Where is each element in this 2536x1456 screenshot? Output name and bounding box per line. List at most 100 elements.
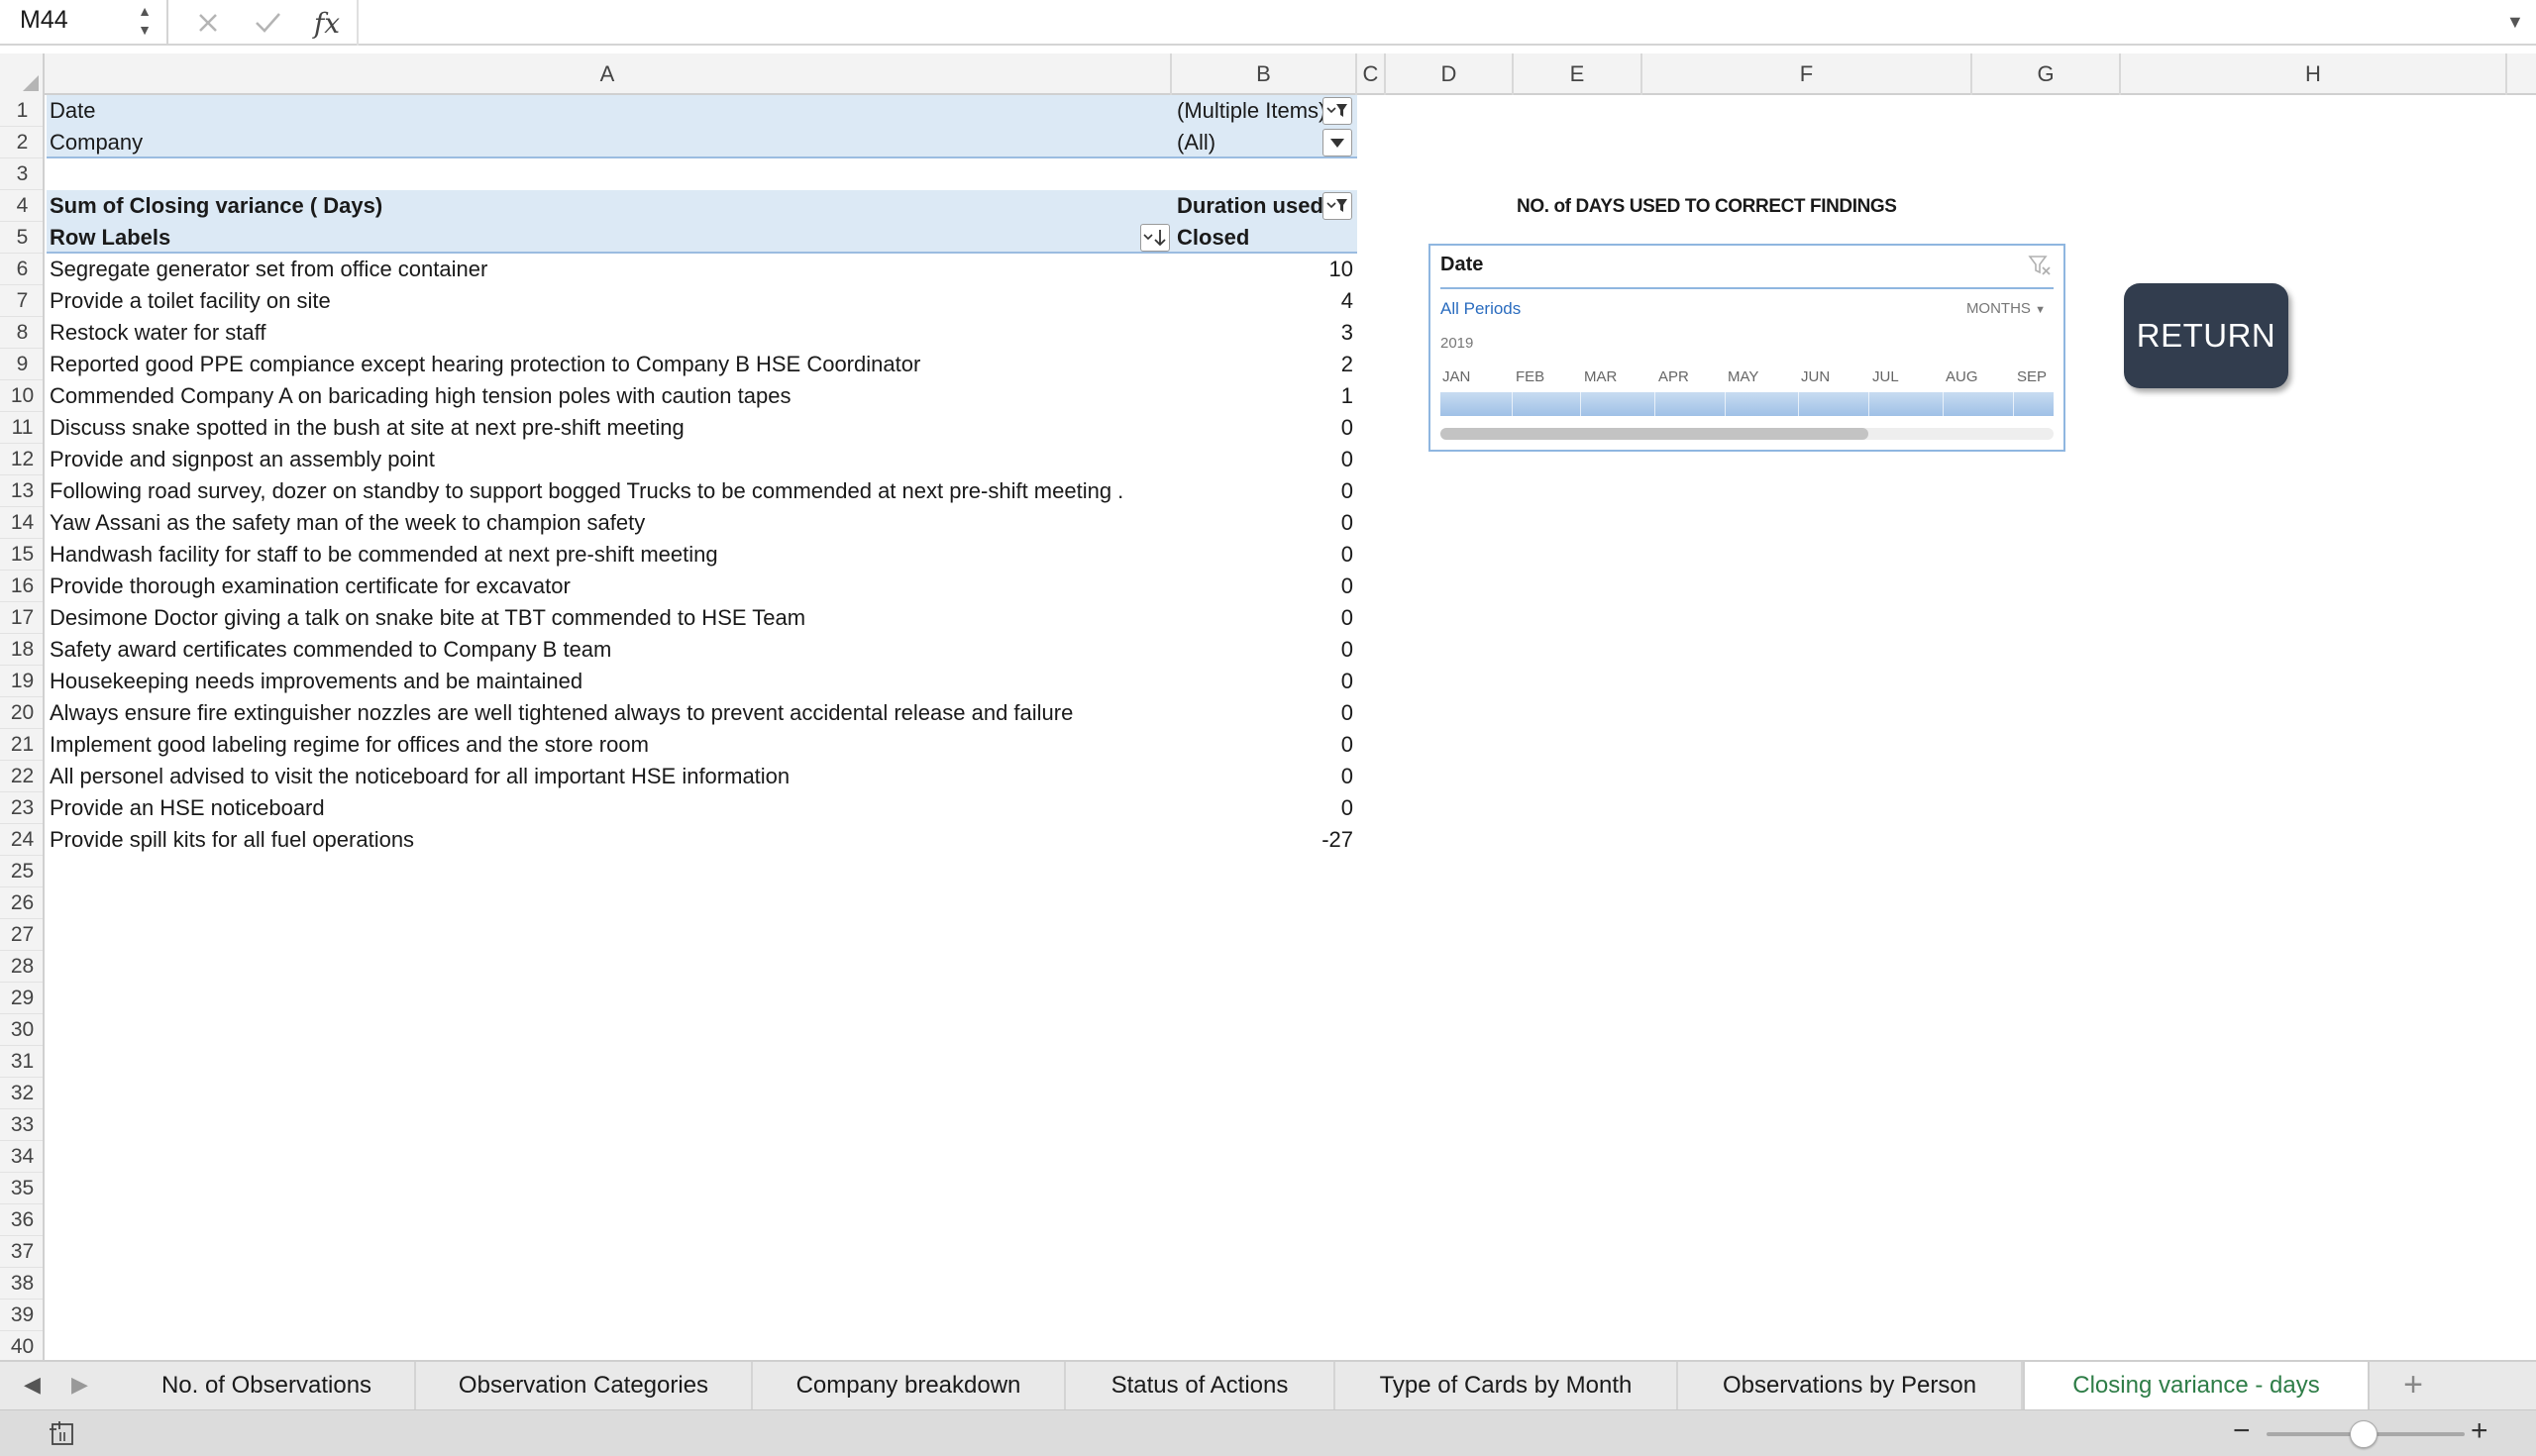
slicer-all-periods[interactable]: All Periods — [1440, 299, 1521, 319]
pivot-row-value[interactable]: 0 — [1172, 792, 1353, 824]
row-header[interactable]: 37 — [0, 1236, 43, 1268]
pivot-row-label[interactable]: Safety award certificates commended to C… — [50, 634, 1169, 666]
row-header[interactable]: 5 — [0, 222, 43, 254]
pivot-row-value[interactable]: 3 — [1172, 317, 1353, 349]
row-header[interactable]: 33 — [0, 1109, 43, 1141]
row-header[interactable]: 4 — [0, 190, 43, 222]
pivot-row-label[interactable]: Housekeeping needs improvements and be m… — [50, 666, 1169, 697]
check-icon[interactable] — [246, 2, 289, 44]
pivot-row-value[interactable]: 0 — [1172, 729, 1353, 761]
pivot-row-value[interactable]: 0 — [1172, 412, 1353, 444]
column-header-d[interactable]: D — [1386, 53, 1514, 95]
filter-active-dropdown-icon[interactable] — [1322, 97, 1352, 125]
pivot-row-value[interactable]: -27 — [1172, 824, 1353, 856]
pivot-row-label[interactable]: Following road survey, dozer on standby … — [50, 475, 1169, 507]
page-layout-icon[interactable] — [48, 1420, 77, 1448]
pivot-row-value[interactable]: 0 — [1172, 666, 1353, 697]
row-header[interactable]: 34 — [0, 1141, 43, 1173]
slicer-month[interactable]: FEB — [1516, 368, 1544, 385]
filter-label-company[interactable]: Company — [50, 127, 1169, 158]
slicer-month[interactable]: MAR — [1584, 368, 1617, 385]
row-header[interactable]: 26 — [0, 887, 43, 919]
pivot-row-label[interactable]: Provide thorough examination certificate… — [50, 571, 1169, 602]
row-header[interactable]: 1 — [0, 95, 43, 127]
pivot-row-label[interactable]: Restock water for staff — [50, 317, 1169, 349]
name-box[interactable]: M44 ▲ ▼ — [0, 0, 168, 46]
filter-value-date[interactable]: (Multiple Items) — [1177, 95, 1325, 127]
pivot-row-value[interactable]: 10 — [1172, 254, 1353, 285]
row-header[interactable]: 13 — [0, 475, 43, 507]
pivot-row-label[interactable]: Provide and signpost an assembly point — [50, 444, 1169, 475]
row-header[interactable]: 16 — [0, 571, 43, 602]
dropdown-icon[interactable] — [1322, 129, 1352, 156]
cancel-icon[interactable] — [186, 2, 230, 44]
pivot-column-item[interactable]: Closed — [1177, 222, 1325, 254]
slicer-month[interactable]: SEP — [2017, 368, 2047, 385]
row-header[interactable]: 20 — [0, 697, 43, 729]
row-header[interactable]: 7 — [0, 285, 43, 317]
pivot-row-label[interactable]: Provide spill kits for all fuel operatio… — [50, 824, 1169, 856]
sort-filter-icon[interactable] — [1140, 224, 1170, 252]
column-header-b[interactable]: B — [1172, 53, 1357, 95]
filter-label-date[interactable]: Date — [50, 95, 1169, 127]
row-header[interactable]: 3 — [0, 158, 43, 190]
row-header[interactable]: 25 — [0, 856, 43, 887]
row-header[interactable]: 36 — [0, 1204, 43, 1236]
row-header[interactable]: 19 — [0, 666, 43, 697]
chevron-down-icon[interactable]: ▼ — [2035, 304, 2046, 316]
name-box-stepper-icon[interactable]: ▲ ▼ — [135, 0, 155, 46]
pivot-column-field[interactable]: Duration used — [1177, 190, 1325, 222]
pivot-row-value[interactable]: 0 — [1172, 634, 1353, 666]
row-header[interactable]: 24 — [0, 824, 43, 856]
tab-observations-by-person[interactable]: Observations by Person — [1678, 1362, 2023, 1409]
row-header[interactable]: 22 — [0, 761, 43, 792]
slicer-scrollbar[interactable] — [1440, 428, 2054, 440]
clear-filter-icon[interactable] — [2028, 254, 2052, 277]
pivot-row-label[interactable]: Desimone Doctor giving a talk on snake b… — [50, 602, 1169, 634]
row-header[interactable]: 39 — [0, 1300, 43, 1331]
pivot-row-label[interactable]: Provide a toilet facility on site — [50, 285, 1169, 317]
tab-no-of-observations[interactable]: No. of Observations — [119, 1362, 416, 1409]
row-header[interactable]: 9 — [0, 349, 43, 380]
pivot-values-label[interactable]: Sum of Closing variance ( Days) — [50, 190, 1169, 222]
row-header[interactable]: 11 — [0, 412, 43, 444]
tab-status-of-actions[interactable]: Status of Actions — [1066, 1362, 1335, 1409]
pivot-row-value[interactable]: 0 — [1172, 761, 1353, 792]
filter-value-company[interactable]: (All) — [1177, 127, 1325, 158]
pivot-row-label[interactable]: Provide an HSE noticeboard — [50, 792, 1169, 824]
pivot-row-label[interactable]: All personel advised to visit the notice… — [50, 761, 1169, 792]
pivot-row-value[interactable]: 0 — [1172, 475, 1353, 507]
slicer-scroll-thumb[interactable] — [1440, 428, 1868, 440]
pivot-row-value[interactable]: 0 — [1172, 697, 1353, 729]
row-header[interactable]: 35 — [0, 1173, 43, 1204]
column-header-c[interactable]: C — [1357, 53, 1386, 95]
pivot-row-value[interactable]: 0 — [1172, 507, 1353, 539]
row-header[interactable]: 10 — [0, 380, 43, 412]
function-icon[interactable]: fx — [305, 2, 349, 44]
pivot-row-label[interactable]: Discuss snake spotted in the bush at sit… — [50, 412, 1169, 444]
column-header-g[interactable]: G — [1972, 53, 2121, 95]
column-header-h[interactable]: H — [2121, 53, 2507, 95]
pivot-row-value[interactable]: 0 — [1172, 539, 1353, 571]
column-header-f[interactable]: F — [1642, 53, 1972, 95]
slicer-month[interactable]: APR — [1658, 368, 1689, 385]
pivot-row-value[interactable]: 0 — [1172, 602, 1353, 634]
pivot-row-labels-header[interactable]: Row Labels — [50, 222, 1139, 254]
slicer-month[interactable]: JUN — [1801, 368, 1830, 385]
row-header[interactable]: 21 — [0, 729, 43, 761]
slicer-month[interactable]: JAN — [1442, 368, 1470, 385]
tab-type-of-cards-by-month[interactable]: Type of Cards by Month — [1335, 1362, 1678, 1409]
slicer-selection-bar[interactable] — [1440, 392, 2054, 416]
pivot-row-value[interactable]: 1 — [1172, 380, 1353, 412]
row-header[interactable]: 31 — [0, 1046, 43, 1078]
pivot-row-label[interactable]: Segregate generator set from office cont… — [50, 254, 1169, 285]
filter-active-dropdown-icon[interactable] — [1322, 192, 1352, 220]
pivot-row-label[interactable]: Commended Company A on baricading high t… — [50, 380, 1169, 412]
column-header-e[interactable]: E — [1514, 53, 1642, 95]
slicer-level-label[interactable]: MONTHS — [1966, 300, 2031, 317]
timeline-slicer[interactable]: Date All Periods MONTHS ▼ 2019 JAN FEB M… — [1428, 244, 2065, 452]
column-header-a[interactable]: A — [45, 53, 1172, 95]
pivot-row-value[interactable]: 4 — [1172, 285, 1353, 317]
name-box-value[interactable]: M44 — [20, 6, 68, 35]
slicer-month[interactable]: AUG — [1946, 368, 1978, 385]
